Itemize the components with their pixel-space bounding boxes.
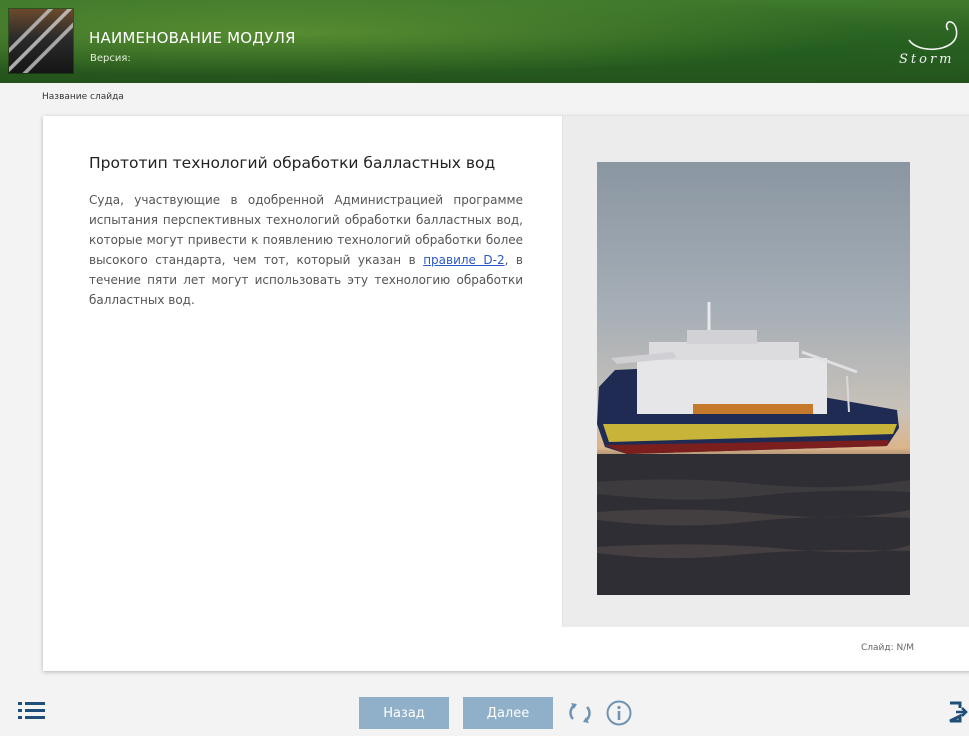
slide-paragraph: Суда, участвующие в одобренной Администр… [89,190,523,310]
module-thumbnail [9,9,73,73]
ship-photo [597,162,910,595]
logo-text: Storm [899,52,955,67]
slide-text-panel: Прототип технологий обработки балластных… [43,116,562,671]
reload-button[interactable] [566,699,594,727]
slide-image-panel [562,116,969,627]
version-label: Версия: [90,53,131,64]
slide-name: Название слайда [42,92,124,102]
module-title: НАИМЕНОВАНИЕ МОДУЛЯ [89,29,296,47]
exit-button[interactable] [948,700,969,724]
reload-icon [569,703,591,723]
back-button[interactable]: Назад [359,697,449,729]
rule-d2-link[interactable]: правиле D-2 [423,253,504,267]
menu-button[interactable] [18,700,46,722]
slide-heading: Прототип технологий обработки балластных… [89,154,496,172]
header-bar: НАИМЕНОВАНИЕ МОДУЛЯ Версия: Storm [0,0,969,83]
next-button[interactable]: Далее [463,697,553,729]
storm-logo: Storm [895,18,969,70]
list-menu-icon [18,702,45,719]
slide-card: Прототип технологий обработки балластных… [43,116,969,671]
slide-counter: Слайд: N/M [860,643,914,653]
info-icon [606,700,632,726]
ship-illustration [597,302,910,595]
info-button[interactable] [605,699,633,727]
exit-icon [949,701,968,723]
